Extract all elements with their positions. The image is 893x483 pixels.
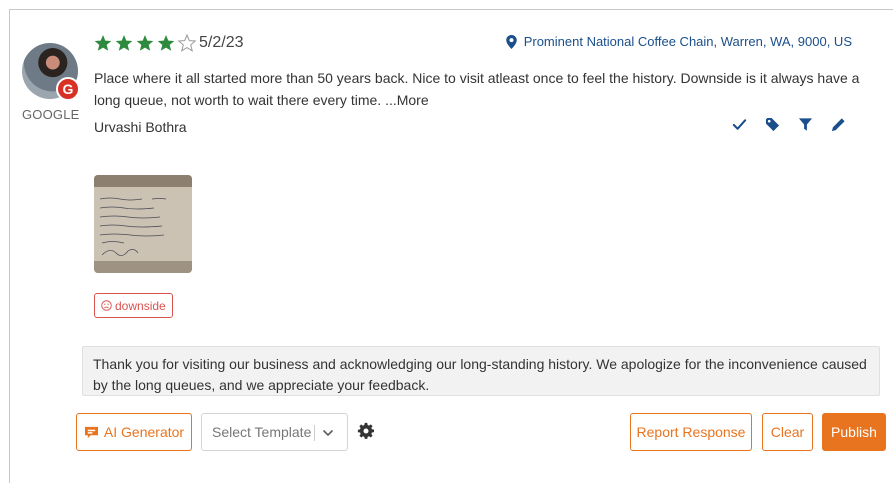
- chevron-down-icon: [323, 430, 333, 436]
- star-rating: [94, 34, 196, 52]
- tag-icon[interactable]: [765, 117, 780, 132]
- google-badge-icon: G: [56, 77, 80, 101]
- reviewer-name: Urvashi Bothra: [94, 119, 187, 135]
- publish-button[interactable]: Publish: [822, 413, 886, 451]
- location-link[interactable]: Prominent National Coffee Chain, Warren,…: [505, 34, 852, 49]
- star-filled-icon: [157, 35, 175, 51]
- star-filled-icon: [94, 35, 112, 51]
- review-body: Place where it all started more than 50 …: [94, 70, 860, 108]
- chat-icon: [84, 426, 98, 438]
- location-text: Prominent National Coffee Chain, Warren,…: [523, 34, 852, 49]
- sentiment-tag[interactable]: downside: [94, 293, 173, 318]
- template-placeholder: Select Template: [212, 424, 312, 440]
- review-date: 5/2/23: [199, 34, 244, 51]
- more-link[interactable]: ...More: [385, 92, 429, 108]
- select-divider: [314, 425, 315, 441]
- review-photo[interactable]: [94, 175, 192, 273]
- review-source-label: GOOGLE: [22, 107, 80, 122]
- review-text: Place where it all started more than 50 …: [94, 67, 864, 111]
- tag-label: downside: [115, 298, 166, 313]
- template-select[interactable]: Select Template: [201, 413, 348, 451]
- clear-button[interactable]: Clear: [762, 413, 813, 451]
- response-textarea[interactable]: Thank you for visiting our business and …: [82, 346, 880, 396]
- pencil-icon[interactable]: [831, 117, 846, 132]
- filter-icon[interactable]: [798, 117, 813, 132]
- check-icon[interactable]: [732, 117, 747, 132]
- review-actions: [732, 117, 846, 132]
- reviewer-avatar: G: [22, 43, 80, 101]
- ai-generator-button[interactable]: AI Generator: [76, 413, 192, 451]
- frown-icon: [101, 300, 112, 311]
- report-response-button[interactable]: Report Response: [630, 413, 752, 451]
- star-empty-icon: [178, 34, 196, 52]
- star-filled-icon: [115, 35, 133, 51]
- map-pin-icon: [505, 34, 517, 49]
- gear-icon[interactable]: [357, 422, 375, 440]
- ai-generator-label: AI Generator: [103, 424, 185, 440]
- star-filled-icon: [136, 35, 154, 51]
